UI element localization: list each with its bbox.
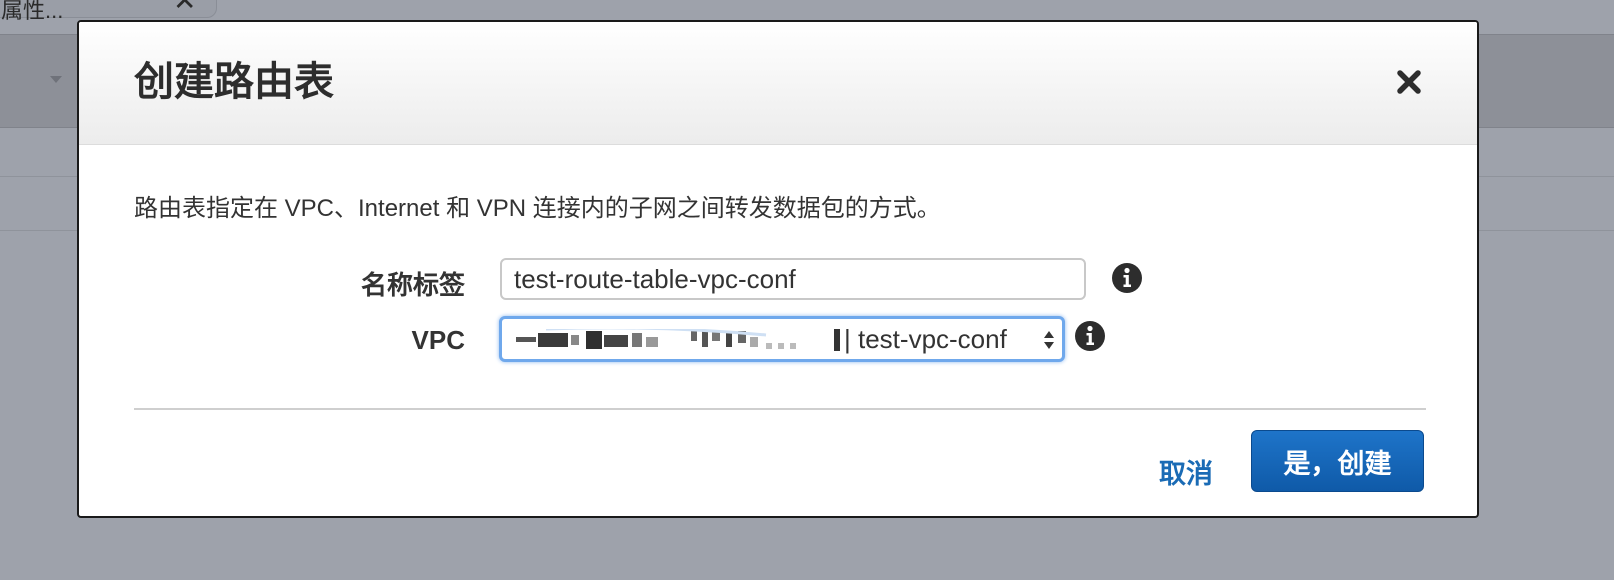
select-arrows-icon	[1044, 331, 1054, 349]
dialog-title: 创建路由表	[134, 60, 334, 104]
info-icon[interactable]	[1074, 320, 1106, 352]
dialog-description: 路由表指定在 VPC、Internet 和 VPN 连接内的子网之间转发数据包的…	[134, 195, 941, 222]
name-tag-label: 名称标签	[360, 270, 465, 300]
background-tab: 属性... ✕	[0, 0, 217, 23]
redacted-vpc-id	[516, 329, 840, 351]
vpc-select[interactable]: | test-vpc-conf	[499, 316, 1065, 362]
background-tab-label: 属性...	[1, 0, 64, 23]
chevron-down-icon	[50, 76, 62, 83]
name-tag-input[interactable]	[500, 258, 1086, 300]
close-icon[interactable]	[1393, 66, 1425, 98]
dialog-header: 创建路由表	[79, 22, 1477, 145]
create-route-table-dialog: 创建路由表 路由表指定在 VPC、Internet 和 VPN 连接内的子网之间…	[77, 20, 1479, 518]
close-icon: ✕	[173, 0, 197, 16]
vpc-label: VPC	[411, 325, 465, 355]
vpc-selected-value: test-vpc-conf	[858, 324, 1007, 354]
vpc-separator: |	[844, 324, 851, 354]
cancel-button[interactable]: 取消	[1159, 452, 1213, 491]
create-button[interactable]: 是，创建	[1251, 430, 1424, 492]
info-icon[interactable]	[1111, 262, 1143, 294]
dialog-divider	[134, 408, 1426, 410]
